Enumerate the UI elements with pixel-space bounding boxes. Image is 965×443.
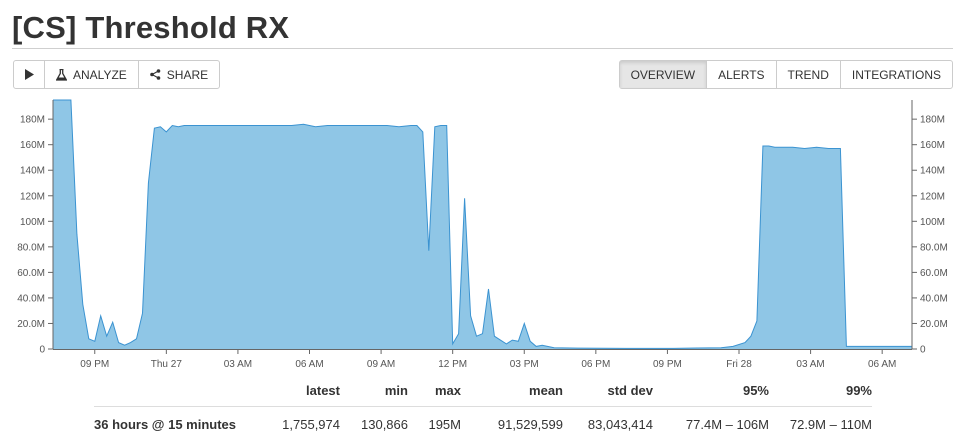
stats-min: 130,866	[340, 406, 408, 433]
share-button[interactable]: SHARE	[139, 61, 219, 88]
analyze-button[interactable]: ANALYZE	[45, 61, 139, 88]
x-tick-label: 03 AM	[224, 359, 252, 370]
y-tick-label-left: 140M	[20, 166, 45, 177]
y-tick-label-right: 180M	[920, 115, 945, 126]
share-label: SHARE	[166, 67, 209, 82]
stats-header-max: max	[434, 382, 461, 398]
stats-row-label: 36 hours @ 15 minutes	[94, 406, 246, 433]
y-tick-label-left: 80.0M	[17, 242, 45, 253]
stats-header-latest: latest	[306, 382, 340, 398]
share-icon	[149, 69, 161, 80]
x-tick-label: 09 PM	[80, 359, 109, 370]
stats-header-row: latest min max mean std dev 95% 99%	[94, 381, 872, 407]
tab-integrations[interactable]: INTEGRATIONS	[841, 61, 952, 88]
y-tick-label-right: 160M	[920, 140, 945, 151]
y-tick-label-left: 180M	[20, 115, 45, 126]
stats-mean: 91,529,599	[461, 406, 563, 433]
stats-header-blank	[94, 381, 246, 407]
y-tick-label-left: 40.0M	[17, 293, 45, 304]
y-tick-label-right: 20.0M	[920, 319, 948, 330]
x-tick-label: 09 PM	[653, 359, 682, 370]
stats-table: latest min max mean std dev 95% 99% 36 h…	[94, 381, 872, 433]
stats-99: 72.9M – 110M	[769, 406, 872, 433]
y-tick-label-right: 0	[920, 345, 926, 356]
stats-max: 195M	[408, 406, 461, 433]
analyze-label: ANALYZE	[73, 67, 127, 82]
stats-95: 77.4M – 106M	[653, 406, 769, 433]
stats-std-dev: 83,043,414	[563, 406, 653, 433]
x-tick-label: 06 AM	[295, 359, 323, 370]
stats-latest: 1,755,974	[246, 406, 340, 433]
x-tick-label: 06 PM	[581, 359, 610, 370]
x-tick-label: 12 PM	[438, 359, 467, 370]
view-tabs: OVERVIEW ALERTS TREND INTEGRATIONS	[618, 60, 953, 89]
tab-trend[interactable]: TREND	[777, 61, 841, 88]
y-tick-label-left: 120M	[20, 191, 45, 202]
y-tick-label-left: 60.0M	[17, 268, 45, 279]
x-tick-label: 03 PM	[510, 359, 539, 370]
y-tick-label-left: 20.0M	[17, 319, 45, 330]
x-tick-label: 09 AM	[367, 359, 395, 370]
y-tick-label-right: 100M	[920, 217, 945, 228]
tab-overview[interactable]: OVERVIEW	[619, 61, 708, 88]
y-tick-label-right: 60.0M	[920, 268, 948, 279]
tab-alerts[interactable]: ALERTS	[707, 61, 777, 88]
x-tick-label: 03 AM	[796, 359, 824, 370]
action-toolbar: ANALYZE SHARE	[13, 60, 221, 89]
x-tick-label: 06 AM	[868, 359, 896, 370]
y-tick-label-left: 100M	[20, 217, 45, 228]
flask-icon	[56, 68, 67, 81]
play-icon	[24, 69, 34, 80]
y-tick-label-right: 140M	[920, 166, 945, 177]
page-title: [CS] Threshold RX	[12, 10, 290, 45]
stats-header-mean: mean	[529, 382, 563, 398]
y-tick-label-right: 120M	[920, 191, 945, 202]
stats-header-95: 95%	[742, 382, 769, 398]
stats-header-min: min	[384, 382, 408, 398]
y-tick-label-right: 80.0M	[920, 242, 948, 253]
y-tick-label-right: 40.0M	[920, 293, 948, 304]
y-tick-label-left: 0	[39, 345, 45, 356]
threshold-rx-chart: 0 0 20.0M 20.0M 40.0M 40.0M 60.0M 60.0M 80.0M 80.…	[17, 99, 948, 370]
x-tick-label: Fri 28	[726, 359, 752, 370]
title-divider	[12, 48, 953, 49]
x-tick-label: Thu 27	[151, 359, 183, 370]
series-area	[53, 100, 912, 349]
stats-header-99: 99%	[845, 382, 872, 398]
stats-header-std-dev: std dev	[607, 382, 653, 398]
play-button[interactable]	[14, 61, 45, 88]
y-tick-label-left: 160M	[20, 140, 45, 151]
stats-row: 36 hours @ 15 minutes 1,755,974 130,866 …	[94, 406, 872, 433]
